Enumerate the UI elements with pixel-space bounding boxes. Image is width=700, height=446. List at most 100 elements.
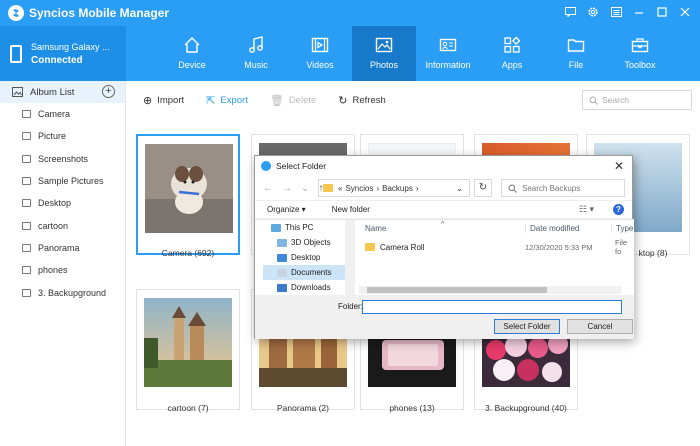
search-icon xyxy=(589,96,598,105)
tree-label: This PC xyxy=(285,223,314,232)
export-label: Export xyxy=(220,94,248,106)
dialog-close-icon[interactable]: ✕ xyxy=(614,159,624,173)
tree-label: Desktop xyxy=(291,253,321,262)
album-caption: phones (13) xyxy=(389,403,435,413)
address-bar[interactable]: « Syncios › Backups › ⌄ xyxy=(318,179,470,197)
select-folder-button[interactable]: Select Folder xyxy=(494,319,560,334)
tab-photos[interactable]: Photos xyxy=(352,26,416,81)
file-row[interactable]: Camera Roll 12/30/2020 5:33 PM File fo xyxy=(359,238,629,256)
new-folder-button[interactable]: New folder xyxy=(332,205,370,214)
sidebar-item-phones[interactable]: phones xyxy=(0,259,125,281)
select-folder-dialog: Select Folder ✕ ← → ⌄ ↑ « Syncios › Back… xyxy=(254,155,634,339)
cancel-button[interactable]: Cancel xyxy=(567,319,633,334)
album-icon xyxy=(22,110,31,119)
sidebar-item-label: Screenshots xyxy=(38,153,89,164)
app-title: Syncios Mobile Manager xyxy=(29,6,170,20)
search-icon xyxy=(508,184,517,193)
scroll-thumb[interactable] xyxy=(367,287,547,293)
tree-item-this-pc[interactable]: This PC xyxy=(263,220,345,235)
title-bar: Syncios Mobile Manager xyxy=(0,0,700,26)
album-thumb-cartoon[interactable] xyxy=(136,289,240,410)
delete-button[interactable]: 🗑 Delete xyxy=(270,94,316,107)
image-icon xyxy=(375,37,393,53)
help-icon[interactable]: ? xyxy=(613,204,624,215)
forward-arrow-icon[interactable]: → xyxy=(282,183,292,194)
col-date[interactable]: Date modified xyxy=(525,224,579,233)
add-album-icon[interactable]: + xyxy=(102,85,115,98)
path-sep: › xyxy=(415,183,419,193)
recent-chevron-icon[interactable]: ⌄ xyxy=(301,183,309,194)
tab-device[interactable]: Device xyxy=(160,26,224,81)
menu-icon[interactable] xyxy=(609,5,623,19)
tree-item-downloads[interactable]: Downloads xyxy=(263,280,345,295)
import-button[interactable]: ⊕ Import xyxy=(143,94,184,107)
minimize-icon[interactable] xyxy=(632,5,646,19)
tree-item-documents[interactable]: Documents xyxy=(263,265,345,280)
tab-music[interactable]: Music xyxy=(224,26,288,81)
path-syncios[interactable]: Syncios xyxy=(345,184,373,193)
device-panel[interactable]: Samsung Galaxy ... Connected xyxy=(0,26,126,81)
folder-input[interactable] xyxy=(362,300,622,314)
export-button[interactable]: ⇱ Export xyxy=(206,94,248,107)
album-icon xyxy=(22,266,31,275)
device-name: Samsung Galaxy ... xyxy=(31,41,110,52)
horizontal-scrollbar[interactable] xyxy=(359,286,621,294)
album-list-header[interactable]: Album List + xyxy=(0,81,125,103)
sidebar-item-label: 3. Backupground xyxy=(38,287,107,298)
dialog-search-input[interactable]: Search Backups xyxy=(501,179,625,197)
sidebar-item-label: Camera xyxy=(38,109,71,120)
sort-up-icon: ^ xyxy=(441,221,445,228)
sidebar-item-camera[interactable]: Camera xyxy=(0,103,125,125)
tree-item-desktop[interactable]: Desktop xyxy=(263,250,345,265)
sidebar-item-sample-pictures[interactable]: Sample Pictures xyxy=(0,170,125,192)
film-icon xyxy=(311,37,329,53)
back-arrow-icon[interactable]: ← xyxy=(263,183,273,194)
album-icon xyxy=(22,243,31,252)
desktop-icon xyxy=(277,253,287,262)
sidebar-item-screenshots[interactable]: Screenshots xyxy=(0,148,125,170)
tab-videos[interactable]: Videos xyxy=(288,26,352,81)
camera-album-image xyxy=(145,144,233,233)
sidebar-item-cartoon[interactable]: cartoon xyxy=(0,214,125,236)
refresh-icon: ↻ xyxy=(338,94,348,107)
contact-card-icon xyxy=(439,38,457,52)
header-bar: Syncios Mobile Manager Samsung Galaxy ..… xyxy=(0,0,700,81)
close-icon[interactable] xyxy=(678,5,692,19)
album-icon xyxy=(22,199,31,208)
maximize-icon[interactable] xyxy=(655,5,669,19)
export-icon: ⇱ xyxy=(206,94,216,107)
album-icon xyxy=(22,221,31,230)
view-options-icon[interactable]: ☷ ▾ xyxy=(579,204,594,215)
home-icon xyxy=(184,37,200,53)
address-dropdown-icon[interactable]: ⌄ xyxy=(456,184,463,193)
feedback-icon[interactable] xyxy=(563,5,577,19)
syncios-logo-icon xyxy=(8,5,24,21)
col-type[interactable]: Type xyxy=(611,224,633,233)
dialog-refresh-button[interactable]: ↻ xyxy=(474,179,492,197)
tab-label: Music xyxy=(244,60,268,70)
tab-label: Apps xyxy=(501,60,523,70)
sidebar-item-label: Sample Pictures xyxy=(38,176,104,187)
path-backups[interactable]: Backups xyxy=(382,184,413,193)
refresh-button[interactable]: ↻ Refresh xyxy=(338,94,385,107)
sidebar-item-picture[interactable]: Picture xyxy=(0,125,125,147)
tab-toolbox[interactable]: Toolbox xyxy=(608,26,672,81)
syncios-app: Syncios Mobile Manager Samsung Galaxy ..… xyxy=(0,0,700,446)
settings-gear-icon[interactable] xyxy=(586,5,600,19)
tree-item-3d-objects[interactable]: 3D Objects xyxy=(263,235,345,250)
tab-apps[interactable]: Apps xyxy=(480,26,544,81)
command-bar: Organize ▾ New folder ☷ ▾ ? xyxy=(255,200,632,218)
tab-information[interactable]: Information xyxy=(416,26,480,81)
organize-button[interactable]: Organize ▾ xyxy=(267,205,306,214)
sidebar-item-desktop[interactable]: Desktop xyxy=(0,192,125,214)
search-input[interactable]: Search xyxy=(582,90,692,110)
sidebar-item-panorama[interactable]: Panorama xyxy=(0,237,125,259)
photo-toolbar: ⊕ Import ⇱ Export 🗑 Delete ↻ Refresh Search xyxy=(127,81,700,119)
phone-icon xyxy=(10,44,22,63)
col-name[interactable]: Name xyxy=(365,224,386,233)
sidebar-item-backupground[interactable]: 3. Backupground xyxy=(0,281,125,303)
tab-file[interactable]: File xyxy=(544,26,608,81)
album-thumb-camera[interactable] xyxy=(136,134,240,255)
tree-scrollbar[interactable] xyxy=(345,220,355,296)
tree-label: Downloads xyxy=(291,283,331,292)
